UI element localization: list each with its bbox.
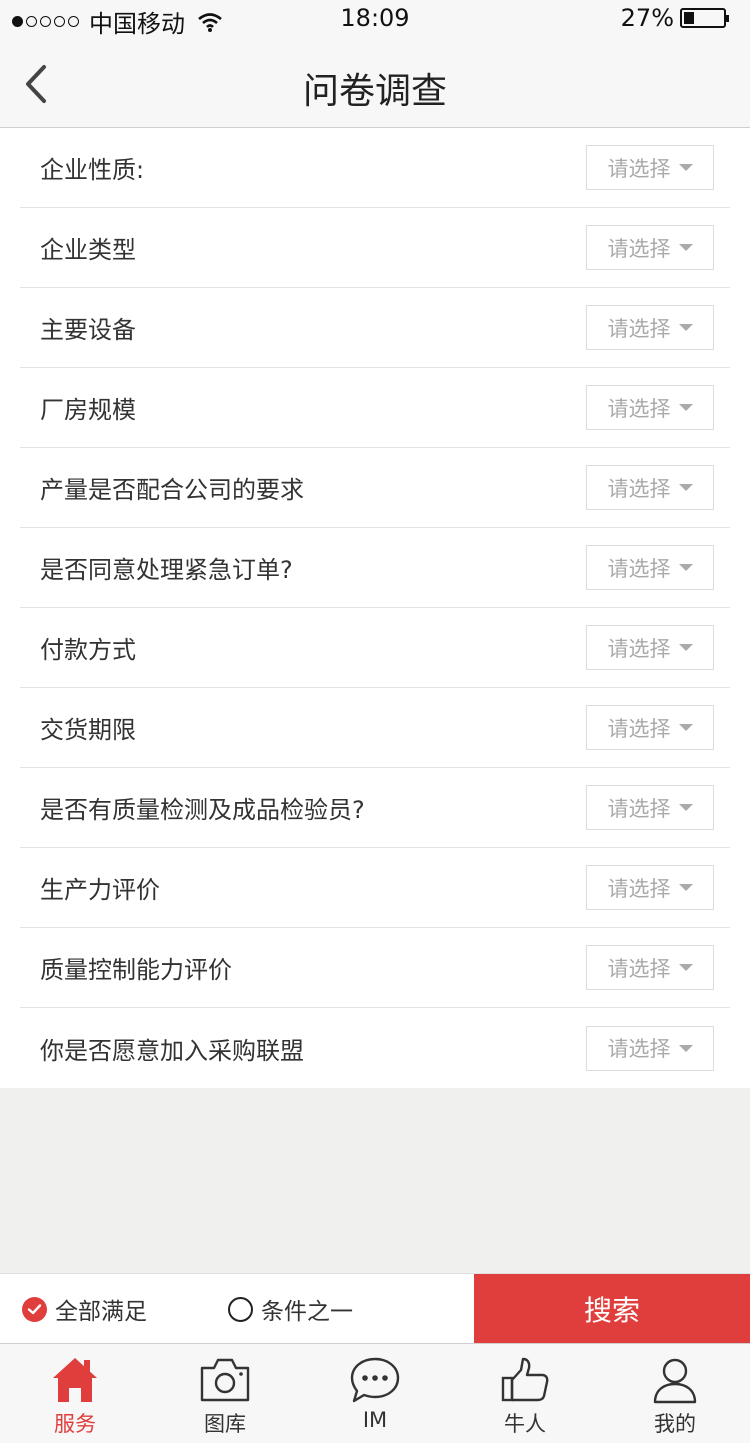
question-select[interactable]: 请选择 bbox=[586, 705, 714, 750]
question-select[interactable]: 请选择 bbox=[586, 945, 714, 990]
question-label: 付款方式 bbox=[40, 636, 136, 664]
checked-circle-icon bbox=[22, 1296, 47, 1322]
any-condition-label: 条件之一 bbox=[261, 1299, 353, 1325]
all-conditions-label: 全部满足 bbox=[55, 1299, 147, 1325]
tab-label: 图库 bbox=[204, 1412, 246, 1436]
tab-bar: 服务 图库 IM 牛人 我的 bbox=[0, 1343, 750, 1443]
question-row: 产量是否配合公司的要求 请选择 bbox=[20, 448, 730, 528]
caret-down-icon bbox=[678, 964, 693, 971]
select-placeholder: 请选择 bbox=[607, 956, 671, 981]
home-icon bbox=[53, 1358, 97, 1402]
caret-down-icon bbox=[678, 404, 693, 411]
select-placeholder: 请选择 bbox=[607, 156, 671, 181]
battery-fill bbox=[684, 12, 694, 24]
question-select[interactable]: 请选择 bbox=[586, 305, 714, 350]
status-bar: 中国移动 18:09 27% bbox=[0, 0, 750, 40]
question-label: 你是否愿意加入采购联盟 bbox=[40, 1036, 304, 1065]
tab-service[interactable]: 服务 bbox=[0, 1344, 150, 1443]
question-row: 企业类型 请选择 bbox=[20, 208, 730, 288]
question-select[interactable]: 请选择 bbox=[586, 385, 714, 430]
chat-icon bbox=[350, 1357, 400, 1403]
caret-down-icon bbox=[678, 324, 693, 331]
questionnaire-list: 企业性质: 请选择 企业类型 请选择 主要设备 请选择 厂房规模 请选择 产量是… bbox=[0, 128, 750, 1088]
question-label: 企业类型 bbox=[40, 236, 136, 264]
search-button[interactable]: 搜索 bbox=[474, 1274, 750, 1344]
question-label: 企业性质: bbox=[40, 156, 145, 184]
select-placeholder: 请选择 bbox=[607, 636, 671, 661]
question-label: 交货期限 bbox=[40, 716, 136, 744]
question-label: 是否同意处理紧急订单? bbox=[40, 556, 293, 584]
unchecked-circle-icon bbox=[228, 1296, 253, 1322]
thumbs-up-icon bbox=[501, 1357, 549, 1402]
page-title: 问卷调查 bbox=[302, 71, 447, 112]
tab-label: 我的 bbox=[654, 1412, 696, 1436]
tab-label: 牛人 bbox=[504, 1412, 546, 1436]
select-placeholder: 请选择 bbox=[607, 796, 671, 821]
select-placeholder: 请选择 bbox=[607, 396, 671, 421]
select-placeholder: 请选择 bbox=[607, 236, 671, 261]
any-condition-option[interactable]: 条件之一 bbox=[228, 1292, 353, 1326]
question-label: 主要设备 bbox=[40, 316, 136, 344]
question-row: 厂房规模 请选择 bbox=[20, 368, 730, 448]
caret-down-icon bbox=[678, 164, 693, 171]
question-row: 是否同意处理紧急订单? 请选择 bbox=[20, 528, 730, 608]
question-select[interactable]: 请选择 bbox=[586, 625, 714, 670]
question-row: 主要设备 请选择 bbox=[20, 288, 730, 368]
tab-mine[interactable]: 我的 bbox=[600, 1344, 750, 1443]
question-select[interactable]: 请选择 bbox=[586, 465, 714, 510]
question-select[interactable]: 请选择 bbox=[586, 865, 714, 910]
tab-experts[interactable]: 牛人 bbox=[450, 1344, 600, 1443]
select-placeholder: 请选择 bbox=[607, 876, 671, 901]
filter-options-bar: 全部满足 条件之一 搜索 bbox=[0, 1273, 750, 1344]
question-select[interactable]: 请选择 bbox=[586, 145, 714, 190]
question-row: 是否有质量检测及成品检验员? 请选择 bbox=[20, 768, 730, 848]
camera-icon bbox=[200, 1358, 250, 1402]
tab-im[interactable]: IM bbox=[300, 1344, 450, 1443]
caret-down-icon bbox=[678, 644, 693, 651]
question-label: 质量控制能力评价 bbox=[40, 956, 232, 984]
caret-down-icon bbox=[678, 484, 693, 491]
caret-down-icon bbox=[678, 724, 693, 731]
caret-down-icon bbox=[678, 884, 693, 891]
question-select[interactable]: 请选择 bbox=[586, 225, 714, 270]
select-placeholder: 请选择 bbox=[607, 1037, 671, 1061]
select-placeholder: 请选择 bbox=[607, 716, 671, 741]
battery-percent: 27% bbox=[620, 4, 674, 32]
question-label: 生产力评价 bbox=[40, 876, 160, 904]
caret-down-icon bbox=[678, 804, 693, 811]
caret-down-icon bbox=[678, 1044, 693, 1052]
caret-down-icon bbox=[678, 244, 693, 251]
tab-gallery[interactable]: 图库 bbox=[150, 1344, 300, 1443]
question-row: 付款方式 请选择 bbox=[20, 608, 730, 688]
question-row: 生产力评价 请选择 bbox=[20, 848, 730, 928]
user-icon bbox=[653, 1358, 697, 1404]
question-row: 企业性质: 请选择 bbox=[20, 128, 730, 208]
question-row: 交货期限 请选择 bbox=[20, 688, 730, 768]
question-row: 质量控制能力评价 请选择 bbox=[20, 928, 730, 1008]
question-label: 厂房规模 bbox=[40, 396, 136, 424]
question-label: 是否有质量检测及成品检验员? bbox=[40, 796, 365, 824]
question-select[interactable]: 请选择 bbox=[586, 785, 714, 830]
question-row: 你是否愿意加入采购联盟 请选择 bbox=[20, 1008, 730, 1088]
caret-down-icon bbox=[678, 564, 693, 571]
select-placeholder: 请选择 bbox=[607, 556, 671, 581]
nav-bar: 问卷调查 bbox=[0, 40, 750, 128]
tab-label: IM bbox=[362, 1408, 388, 1432]
question-select[interactable]: 请选择 bbox=[586, 545, 714, 590]
select-placeholder: 请选择 bbox=[607, 316, 671, 341]
question-label: 产量是否配合公司的要求 bbox=[40, 476, 304, 504]
question-select[interactable]: 请选择 bbox=[586, 1025, 714, 1071]
select-placeholder: 请选择 bbox=[607, 476, 671, 501]
status-right: 27% bbox=[620, 4, 729, 32]
battery-icon bbox=[680, 8, 729, 28]
all-conditions-option[interactable]: 全部满足 bbox=[22, 1292, 147, 1326]
tab-label: 服务 bbox=[54, 1412, 96, 1436]
